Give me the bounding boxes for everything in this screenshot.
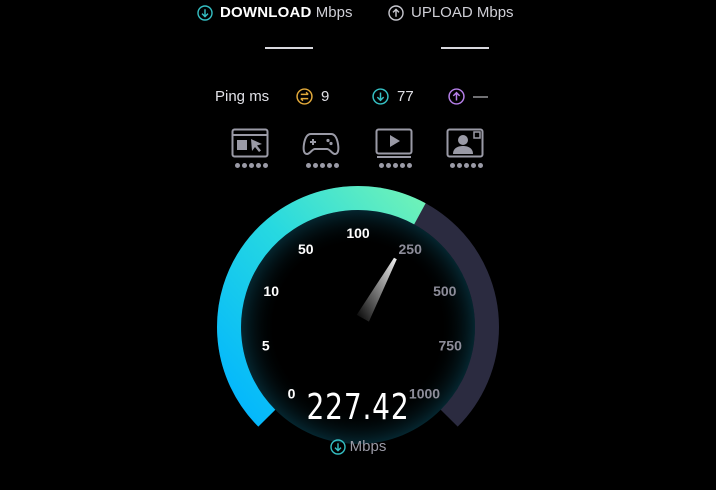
gauge-tick-100: 100: [346, 225, 370, 241]
download-arrow-icon: [329, 438, 346, 455]
speed-value: 227.42: [306, 387, 410, 428]
gauge-tick-10: 10: [263, 283, 279, 299]
speed-unit-label: Mbps: [349, 438, 387, 455]
gauge-tick-250: 250: [399, 241, 423, 257]
gauge-tick-5: 5: [262, 337, 270, 353]
gauge-tick-750: 750: [439, 337, 463, 353]
speed-unit: Mbps: [0, 438, 716, 455]
gauge-tick-500: 500: [433, 283, 457, 299]
gauge-tick-50: 50: [298, 241, 314, 257]
